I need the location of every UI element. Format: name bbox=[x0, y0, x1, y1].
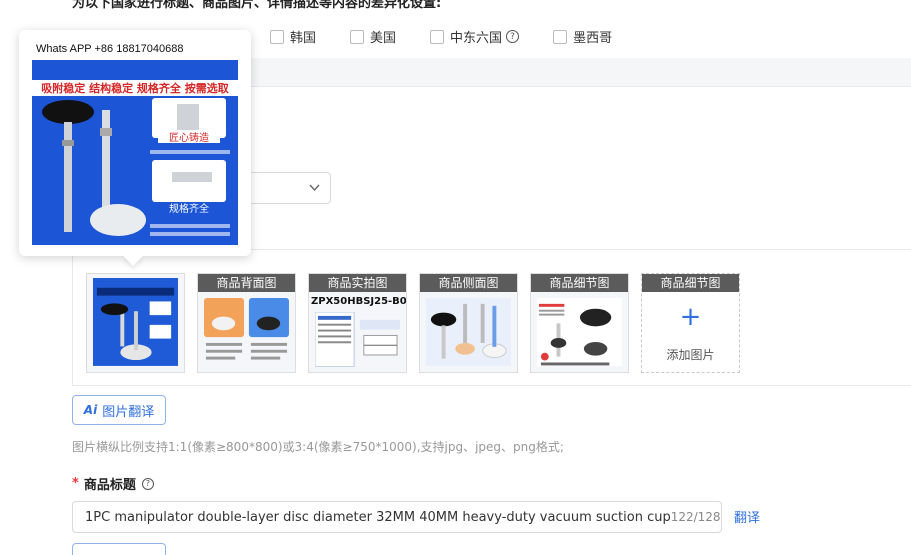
image-slot-label: 商品实拍图 bbox=[309, 274, 406, 292]
image-requirement-hint: 图片横纵比例支持1:1(像素≥800*800)或3:4(像素≥750*1000)… bbox=[72, 440, 564, 454]
image-preview-popover: 吸附稳定 结构稳定 规格齐全 按需选取 匠心铸造 规格齐全 Whats APP … bbox=[19, 30, 251, 266]
checkbox[interactable] bbox=[350, 29, 365, 44]
checkbox[interactable] bbox=[553, 29, 568, 44]
product-photo bbox=[537, 298, 622, 367]
button-label: 图片翻译 bbox=[102, 404, 155, 420]
image-slot-label: 商品细节图 bbox=[531, 274, 628, 292]
country-checkbox-group: 巴西 韩国 美国 中东六国 ? 墨西哥 bbox=[190, 27, 646, 46]
secondary-button[interactable] bbox=[72, 543, 166, 555]
country-label: 中东六国 bbox=[450, 31, 503, 46]
plus-icon: + bbox=[679, 302, 702, 332]
product-title-label: * 商品标题 ? bbox=[72, 474, 154, 493]
country-middle-east[interactable]: 中东六国 ? bbox=[430, 27, 520, 46]
product-photo bbox=[204, 298, 289, 360]
preview-badge-1: 匠心铸造 bbox=[169, 131, 209, 144]
chevron-down-icon bbox=[309, 182, 320, 195]
char-count: 122/128 bbox=[670, 510, 721, 524]
contact-watermark: Whats APP +86 18817040688 bbox=[36, 43, 184, 55]
tab-strip-background bbox=[230, 58, 911, 86]
product-image-main[interactable] bbox=[86, 273, 185, 373]
product-image-real-shot[interactable]: 商品实拍图 ZPX50HBSJ25-B01-A18 bbox=[308, 273, 407, 373]
section-heading: 为以下国家进行标题、商品图片、详情描述等内容的差异化设置: bbox=[72, 0, 442, 11]
question-circle-icon[interactable]: ? bbox=[141, 477, 154, 490]
preview-headline: 吸附稳定 结构稳定 规格齐全 按需选取 bbox=[41, 81, 229, 95]
product-image-list: 商品背面图 商品实拍图 ZPX50HBSJ25-B01-A18 bbox=[86, 273, 752, 373]
product-image-detail[interactable]: 商品细节图 bbox=[530, 273, 629, 373]
title-value[interactable]: 1PC manipulator double-layer disc diamet… bbox=[85, 510, 671, 525]
country-korea[interactable]: 韩国 bbox=[270, 27, 316, 46]
required-mark: * bbox=[72, 476, 79, 491]
divider bbox=[230, 249, 911, 250]
checkbox[interactable] bbox=[270, 29, 285, 44]
product-photo bbox=[93, 278, 178, 366]
product-image-side[interactable]: 商品侧面图 bbox=[419, 273, 518, 373]
checkbox[interactable] bbox=[430, 29, 445, 44]
title-translate-link[interactable]: 翻译 bbox=[734, 507, 760, 526]
add-image-label: 添加图片 bbox=[666, 348, 715, 362]
product-photo bbox=[426, 298, 511, 367]
ai-icon: Ai bbox=[83, 403, 98, 417]
country-label: 墨西哥 bbox=[573, 31, 613, 46]
country-mexico[interactable]: 墨西哥 bbox=[553, 27, 612, 46]
label-text: 商品标题 bbox=[83, 478, 136, 493]
product-image-back[interactable]: 商品背面图 bbox=[197, 273, 296, 373]
question-circle-icon[interactable]: ? bbox=[506, 30, 520, 43]
image-slot-label: 商品背面图 bbox=[198, 274, 295, 292]
image-slot-label: 商品侧面图 bbox=[420, 274, 517, 292]
product-preview-image: 吸附稳定 结构稳定 规格齐全 按需选取 匠心铸造 规格齐全 bbox=[32, 40, 238, 245]
image-translate-button[interactable]: Ai 图片翻译 bbox=[72, 395, 166, 425]
product-title-input[interactable]: 1PC manipulator double-layer disc diamet… bbox=[72, 501, 722, 533]
add-image-slot[interactable]: 商品细节图 + 添加图片 bbox=[641, 273, 740, 373]
image-model-code: ZPX50HBSJ25-B01-A18 bbox=[311, 296, 407, 307]
product-photo bbox=[315, 312, 400, 367]
country-label: 韩国 bbox=[290, 31, 317, 46]
preview-badge-2: 规格齐全 bbox=[169, 202, 209, 215]
image-slot-label: 商品细节图 bbox=[642, 274, 739, 292]
country-usa[interactable]: 美国 bbox=[350, 27, 396, 46]
country-label: 美国 bbox=[370, 31, 397, 46]
